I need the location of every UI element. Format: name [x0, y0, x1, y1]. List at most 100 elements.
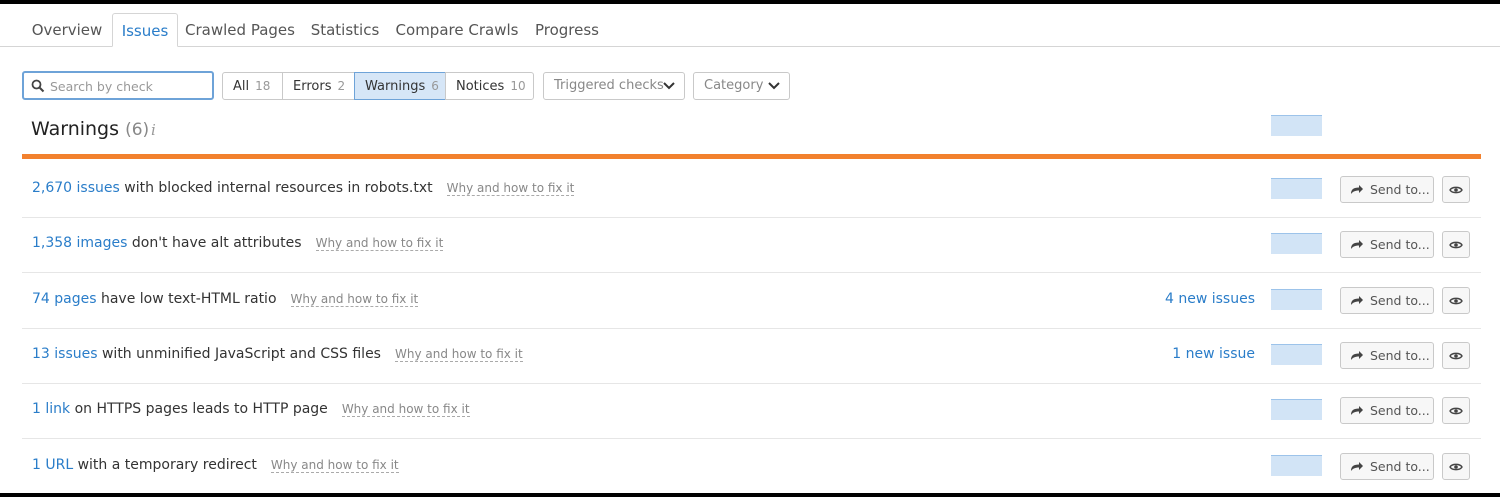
- eye-icon: [1449, 352, 1463, 360]
- info-icon[interactable]: i: [151, 121, 156, 139]
- send-to-label: Send to...: [1370, 347, 1430, 363]
- share-arrow-icon: [1351, 461, 1363, 471]
- search-box: [22, 71, 214, 100]
- issue-count-link[interactable]: 1 URL: [32, 457, 73, 473]
- tab-overview[interactable]: Overview: [24, 4, 110, 46]
- eye-icon: [1449, 297, 1463, 304]
- tab-crawled-pages[interactable]: Crawled Pages: [180, 4, 300, 46]
- send-to-button[interactable]: Send to...: [1340, 286, 1434, 314]
- send-to-button[interactable]: Send to...: [1340, 176, 1434, 203]
- send-to-button[interactable]: Send to...: [1340, 341, 1434, 369]
- send-to-button[interactable]: Send to...: [1340, 231, 1434, 259]
- sparkline-chart: [1271, 288, 1322, 310]
- filter-errors[interactable]: Errors 2: [282, 72, 355, 100]
- send-to-label: Send to...: [1370, 403, 1430, 419]
- issue-count-link[interactable]: 1,358 images: [32, 235, 127, 251]
- issue-row: 2,670 issues with blocked internal resou…: [22, 163, 1481, 218]
- triggered-checks-dropdown[interactable]: Triggered checks: [543, 72, 685, 100]
- issue-row: 1,358 images don't have alt attributes Wh…: [22, 218, 1481, 274]
- issue-text: 2,670 issues with blocked internal resou…: [32, 180, 575, 196]
- issue-row: 74 pages have low text-HTML ratio Why and…: [22, 274, 1481, 329]
- issue-text: 1 URL with a temporary redirect Why and h…: [32, 457, 399, 473]
- section-heading: Warnings (6): [31, 118, 149, 140]
- sparkline-chart: [1271, 115, 1322, 136]
- filter-errors-count: 2: [337, 79, 346, 93]
- tab-issues[interactable]: Issues: [112, 13, 178, 47]
- issue-text: 1 link on HTTPS pages leads to HTTP page…: [32, 401, 470, 418]
- view-issue-button[interactable]: [1442, 231, 1470, 259]
- why-how-to-fix-link[interactable]: Why and how to fix it: [315, 236, 444, 252]
- tab-compare-crawls[interactable]: Compare Crawls: [390, 4, 524, 46]
- new-issues-link[interactable]: 4 new issues: [1165, 291, 1255, 307]
- issue-text: 1,358 images don't have alt attributes Wh…: [32, 235, 444, 252]
- chevron-down-icon: [663, 82, 675, 90]
- why-how-to-fix-link[interactable]: Why and how to fix it: [270, 457, 399, 473]
- why-how-to-fix-link[interactable]: Why and how to fix it: [446, 181, 575, 196]
- view-issue-button[interactable]: [1442, 452, 1470, 480]
- why-how-to-fix-link[interactable]: Why and how to fix it: [290, 291, 419, 307]
- share-arrow-icon: [1351, 240, 1363, 250]
- send-to-button[interactable]: Send to...: [1340, 397, 1434, 425]
- warning-severity-bar: [22, 154, 1481, 159]
- issue-row: 13 issues with unminified JavaScript and…: [22, 329, 1481, 384]
- sparkline-chart: [1271, 454, 1322, 476]
- issue-description: with blocked internal resources in robot…: [119, 180, 433, 196]
- filter-warnings[interactable]: Warnings 6: [354, 72, 446, 100]
- category-label: Category: [704, 78, 764, 93]
- sparkline-chart: [1271, 178, 1322, 199]
- filter-all-label: All: [233, 79, 250, 94]
- share-arrow-icon: [1351, 406, 1363, 416]
- view-issue-button[interactable]: [1442, 397, 1470, 425]
- view-issue-button[interactable]: [1442, 286, 1470, 314]
- search-icon: [31, 79, 45, 93]
- issue-count-link[interactable]: 2,670 issues: [32, 180, 120, 196]
- send-to-label: Send to...: [1370, 292, 1430, 308]
- send-to-label: Send to...: [1370, 237, 1430, 253]
- search-input[interactable]: [50, 77, 210, 95]
- chevron-down-icon: [768, 82, 780, 90]
- issue-row: 1 link on HTTPS pages leads to HTTP page…: [22, 384, 1481, 440]
- issue-text: 13 issues with unminified JavaScript and…: [32, 346, 523, 362]
- filter-all[interactable]: All 18: [222, 72, 283, 100]
- tab-statistics[interactable]: Statistics: [304, 4, 386, 46]
- issue-text: 74 pages have low text-HTML ratio Why and…: [32, 290, 419, 307]
- eye-icon: [1449, 241, 1463, 249]
- section-count: (6): [125, 120, 150, 140]
- issue-count-link[interactable]: 13 issues: [32, 346, 98, 362]
- share-arrow-icon: [1351, 185, 1363, 194]
- filter-errors-label: Errors: [293, 79, 332, 94]
- filter-warnings-count: 6: [431, 79, 439, 93]
- share-arrow-icon: [1351, 295, 1363, 305]
- eye-icon: [1449, 186, 1463, 194]
- issue-row: 1 URL with a temporary redirect Why and h…: [22, 440, 1481, 494]
- issue-description: have low text-HTML ratio: [96, 290, 277, 307]
- send-to-label: Send to...: [1370, 458, 1430, 474]
- issue-description: with a temporary redirect: [73, 456, 257, 473]
- sparkline-chart: [1271, 233, 1322, 255]
- eye-icon: [1449, 407, 1463, 415]
- issue-description: on HTTPS pages leads to HTTP page: [70, 401, 328, 418]
- triggered-checks-label: Triggered checks: [554, 78, 664, 93]
- send-to-label: Send to...: [1370, 182, 1430, 197]
- issue-description: don't have alt attributes: [127, 235, 302, 252]
- why-how-to-fix-link[interactable]: Why and how to fix it: [394, 346, 523, 362]
- view-issue-button[interactable]: [1442, 341, 1470, 369]
- tab-progress[interactable]: Progress: [528, 4, 606, 46]
- share-arrow-icon: [1351, 350, 1363, 360]
- send-to-button[interactable]: Send to...: [1340, 452, 1434, 480]
- issue-count-link[interactable]: 1 link: [32, 401, 70, 417]
- filter-notices[interactable]: Notices 10: [445, 72, 534, 100]
- tab-bar: Overview Issues Crawled Pages Statistics…: [0, 4, 1500, 47]
- section-title: Warnings: [31, 118, 120, 140]
- site-audit-issues-page: Overview Issues Crawled Pages Statistics…: [0, 4, 1500, 493]
- category-dropdown[interactable]: Category: [693, 72, 790, 100]
- filter-notices-label: Notices: [456, 79, 505, 94]
- issue-description: with unminified JavaScript and CSS files: [97, 345, 381, 362]
- new-issues-link[interactable]: 1 new issue: [1172, 346, 1255, 362]
- eye-icon: [1449, 463, 1463, 470]
- sparkline-chart: [1271, 399, 1322, 421]
- issue-count-link[interactable]: 74 pages: [32, 291, 97, 307]
- why-how-to-fix-link[interactable]: Why and how to fix it: [341, 402, 470, 418]
- filter-warnings-label: Warnings: [365, 79, 426, 94]
- view-issue-button[interactable]: [1442, 176, 1470, 203]
